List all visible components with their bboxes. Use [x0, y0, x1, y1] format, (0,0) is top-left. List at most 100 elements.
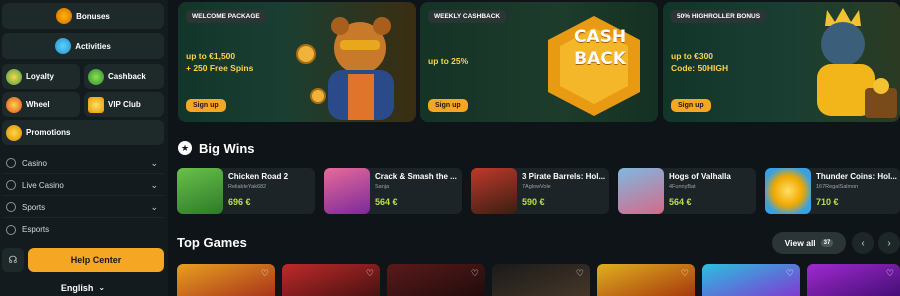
heart-icon[interactable]: ♡: [366, 268, 374, 279]
big-win-item[interactable]: 3 Pirate Barrels: Hol... 7AglowVole 590 …: [471, 168, 609, 214]
promo-offer-line1: up to €300: [671, 51, 714, 61]
game-tile[interactable]: ♡: [177, 264, 275, 296]
game-thumbnail: [177, 168, 223, 214]
game-tile[interactable]: ♡: [807, 264, 900, 296]
chevron-down-icon: ⌄: [150, 202, 158, 212]
win-amount: 710 €: [816, 197, 839, 207]
win-username: 4FunnyBat: [669, 184, 696, 190]
big-win-item[interactable]: Crack & Smash the ... Sanja 564 €: [324, 168, 462, 214]
bonuses-button[interactable]: Bonuses: [2, 3, 164, 29]
nav-sports-label: Sports: [22, 202, 46, 212]
prev-arrow-button[interactable]: ‹: [852, 232, 874, 254]
win-username: 167RegalSalmon: [816, 184, 859, 190]
top-games-title: Top Games: [177, 235, 247, 250]
king-bear-mascot-image: [817, 8, 897, 118]
win-game-name: Crack & Smash the ...: [375, 172, 457, 181]
cashback-button[interactable]: Cashback: [84, 64, 164, 89]
chevron-down-icon: ⌄: [150, 180, 158, 190]
activities-icon: [55, 38, 72, 54]
crown-icon: [88, 96, 104, 113]
heart-icon[interactable]: ♡: [886, 268, 894, 279]
win-amount: 564 €: [375, 197, 398, 207]
chevron-down-icon: ⌄: [98, 283, 106, 292]
cashback-icon: [88, 68, 104, 85]
big-win-item[interactable]: Thunder Coins: Hol... 167RegalSalmon 710…: [765, 168, 900, 214]
loyalty-icon: [6, 68, 22, 85]
big-win-item[interactable]: Hogs of Valhalla 4FunnyBat 564 €: [618, 168, 756, 214]
game-tile[interactable]: ♡: [387, 264, 485, 296]
loyalty-label: Loyalty: [26, 72, 55, 81]
big-wins-title: Big Wins: [199, 141, 255, 156]
sports-icon: [6, 202, 16, 212]
nav-sports[interactable]: Sports ⌄: [2, 197, 164, 218]
nav-live-casino[interactable]: Live Casino ⌄: [2, 175, 164, 196]
game-thumbnail: [471, 168, 517, 214]
view-all-label: View all: [784, 238, 816, 248]
nav-esports-label: Esports: [22, 225, 50, 234]
live-casino-icon: [6, 180, 16, 190]
sign-up-button[interactable]: Sign up: [428, 99, 468, 112]
big-win-item[interactable]: Chicken Road 2 ReliableYak682 696 €: [177, 168, 315, 214]
wheel-icon: [6, 96, 22, 113]
game-tile[interactable]: ♡: [282, 264, 380, 296]
wheel-button[interactable]: Wheel: [2, 92, 80, 117]
gift-icon: [56, 8, 73, 24]
vip-club-button[interactable]: VIP Club: [84, 92, 164, 117]
language-label: English: [60, 282, 94, 293]
chevron-left-icon: ‹: [861, 237, 865, 249]
chevron-right-icon: ›: [887, 237, 891, 249]
games-count-badge: 37: [820, 239, 834, 247]
loyalty-button[interactable]: Loyalty: [2, 64, 80, 89]
win-amount: 564 €: [669, 197, 692, 207]
chevron-down-icon: ⌄: [150, 158, 158, 168]
nav-esports[interactable]: Esports: [2, 219, 164, 240]
promo-highroller[interactable]: 50% HIGHROLLER BONUS up to €300 Code: 50…: [663, 2, 900, 122]
promo-offer-line1: up to €1,500: [186, 51, 236, 61]
nav-casino[interactable]: Casino ⌄: [2, 153, 164, 174]
game-tile[interactable]: ♡: [702, 264, 800, 296]
view-all-button[interactable]: View all 37: [772, 232, 846, 254]
promo-offer-line2: Code: 50HIGH: [671, 63, 729, 73]
win-game-name: Chicken Road 2: [228, 172, 289, 181]
game-tile[interactable]: ♡: [492, 264, 590, 296]
activities-button[interactable]: Activities: [2, 33, 164, 59]
help-center-label: Help Center: [70, 255, 122, 265]
promo-tag: WEEKLY CASHBACK: [428, 10, 507, 23]
heart-icon[interactable]: ♡: [681, 268, 689, 279]
sidebar: Bonuses Activities Loyalty Cashback Whee…: [0, 0, 168, 296]
promo-cashback[interactable]: WEEKLY CASHBACK up to 25% Sign up CASH B…: [420, 2, 658, 122]
headset-icon[interactable]: ☊: [2, 248, 24, 272]
esports-icon: [6, 224, 16, 235]
win-username: 7AglowVole: [522, 184, 551, 190]
star-icon: ★: [178, 141, 192, 155]
vip-club-label: VIP Club: [108, 100, 141, 109]
promo-offer-line1: up to 25%: [428, 56, 469, 66]
promo-tag: WELCOME PACKAGE: [186, 10, 266, 23]
help-center-button[interactable]: Help Center: [28, 248, 164, 272]
sign-up-button[interactable]: Sign up: [671, 99, 711, 112]
heart-icon[interactable]: ♡: [471, 268, 479, 279]
heart-icon[interactable]: ♡: [261, 268, 269, 279]
bear-mascot-image: [296, 17, 394, 120]
promotions-icon: [6, 124, 22, 141]
game-thumbnail: [765, 168, 811, 214]
promotions-button[interactable]: Promotions: [2, 120, 164, 145]
win-game-name: Hogs of Valhalla: [669, 172, 731, 181]
heart-icon[interactable]: ♡: [786, 268, 794, 279]
casino-icon: [6, 158, 16, 168]
win-amount: 590 €: [522, 197, 545, 207]
game-tile[interactable]: ♡: [597, 264, 695, 296]
promotions-label: Promotions: [26, 128, 71, 137]
win-username: Sanja: [375, 184, 390, 190]
help-area: ☊ Help Center: [2, 248, 164, 272]
bonuses-label: Bonuses: [76, 11, 110, 21]
sign-up-button[interactable]: Sign up: [186, 99, 226, 112]
promo-welcome[interactable]: WELCOME PACKAGE up to €1,500 + 250 Free …: [178, 2, 416, 122]
win-game-name: 3 Pirate Barrels: Hol...: [522, 172, 606, 181]
next-arrow-button[interactable]: ›: [878, 232, 900, 254]
win-game-name: Thunder Coins: Hol...: [816, 172, 897, 181]
promo-offer-line2: + 250 Free Spins: [186, 63, 254, 73]
nav-casino-label: Casino: [22, 158, 47, 168]
heart-icon[interactable]: ♡: [576, 268, 584, 279]
language-select[interactable]: English ⌄: [2, 279, 164, 296]
